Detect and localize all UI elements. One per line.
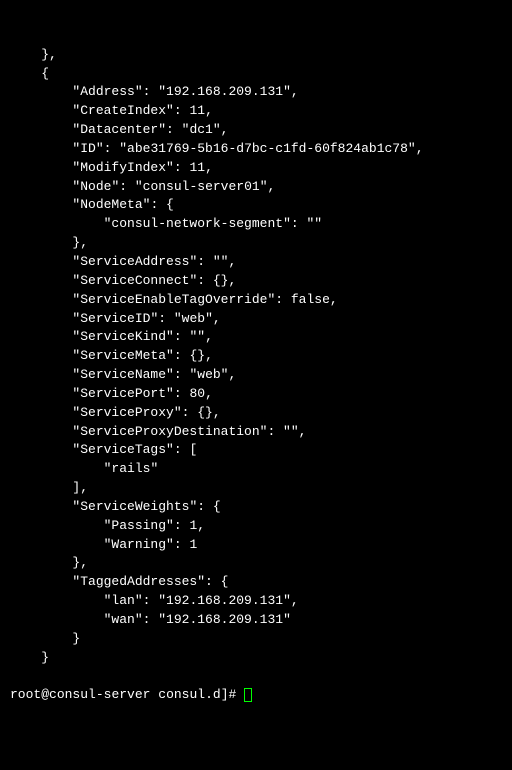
val-servicetags-0: rails <box>111 461 150 476</box>
key-servicename: ServiceName <box>80 367 166 382</box>
key-wan: wan <box>111 612 134 627</box>
key-taggedaddresses: TaggedAddresses <box>80 574 197 589</box>
key-servicemeta: ServiceMeta <box>80 348 166 363</box>
cursor-icon[interactable] <box>244 688 252 702</box>
key-serviceenabletagoverride: ServiceEnableTagOverride <box>80 292 267 307</box>
key-lan: lan <box>111 593 134 608</box>
key-serviceweights: ServiceWeights <box>80 499 189 514</box>
val-serviceport: 80 <box>189 386 205 401</box>
key-serviceproxydestination: ServiceProxyDestination <box>80 424 259 439</box>
val-node: consul-server01 <box>143 179 260 194</box>
key-serviceconnect: ServiceConnect <box>80 273 189 288</box>
shell-prompt: root@consul-server consul.d]# <box>10 687 236 702</box>
val-lan: 192.168.209.131 <box>166 593 283 608</box>
val-createindex: 11 <box>189 103 205 118</box>
val-modifyindex: 11 <box>189 160 205 175</box>
key-servicekind: ServiceKind <box>80 329 166 344</box>
key-passing: Passing <box>111 518 166 533</box>
val-serviceproxy: {} <box>197 405 213 420</box>
key-modifyindex: ModifyIndex <box>80 160 166 175</box>
val-serviceenabletagoverride: false <box>291 292 330 307</box>
prompt-user: root <box>10 687 41 702</box>
prompt-cwd: consul.d <box>158 687 220 702</box>
val-serviceconnect: {} <box>213 273 229 288</box>
val-datacenter: dc1 <box>189 122 212 137</box>
key-warning: Warning <box>111 537 166 552</box>
key-id: ID <box>80 141 96 156</box>
val-servicemeta: {} <box>189 348 205 363</box>
key-address: Address <box>80 84 135 99</box>
key-serviceaddress: ServiceAddress <box>80 254 189 269</box>
key-datacenter: Datacenter <box>80 122 158 137</box>
key-serviceid: ServiceID <box>80 311 150 326</box>
key-createindex: CreateIndex <box>80 103 166 118</box>
terminal-output: }, { "Address": "192.168.209.131", "Crea… <box>10 46 502 706</box>
prompt-host: consul-server <box>49 687 150 702</box>
key-node: Node <box>80 179 111 194</box>
val-serviceid: web <box>182 311 205 326</box>
val-address: 192.168.209.131 <box>166 84 283 99</box>
val-warning: 1 <box>189 537 197 552</box>
key-serviceport: ServicePort <box>80 386 166 401</box>
key-consul-network-segment: consul-network-segment <box>111 216 283 231</box>
prompt-symbol: # <box>229 687 237 702</box>
val-id: abe31769-5b16-d7bc-c1fd-60f824ab1c78 <box>127 141 408 156</box>
key-servicetags: ServiceTags <box>80 442 166 457</box>
val-servicename: web <box>197 367 220 382</box>
val-wan: 192.168.209.131 <box>166 612 283 627</box>
key-serviceproxy: ServiceProxy <box>80 405 174 420</box>
key-nodemeta: NodeMeta <box>80 197 142 212</box>
val-passing: 1 <box>189 518 197 533</box>
